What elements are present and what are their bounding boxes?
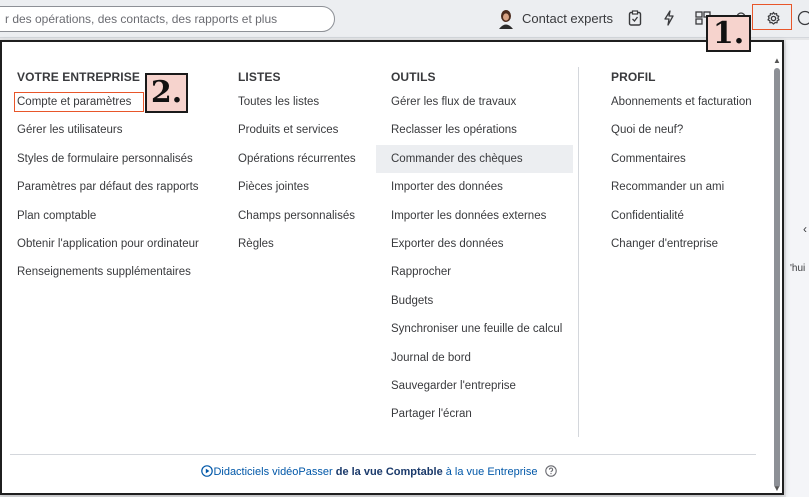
top-bar: r des opérations, des contacts, des rapp… <box>0 0 809 38</box>
menu-item-flux-travaux[interactable]: Gérer les flux de travaux <box>391 88 573 116</box>
column-heading: PROFIL <box>611 70 656 84</box>
contact-experts-link[interactable]: Contact experts <box>522 11 613 26</box>
column-profil: PROFIL Abonnements et facturation Quoi d… <box>611 70 752 258</box>
menu-item-changer-entreprise[interactable]: Changer d'entreprise <box>611 230 752 258</box>
help-icon[interactable] <box>796 9 809 27</box>
video-tutorials-link[interactable]: Didacticiels vidéo <box>213 466 298 478</box>
menu-item-parametres-rapports[interactable]: Paramètres par défaut des rapports <box>17 173 199 201</box>
menu-item-quoi-de-neuf[interactable]: Quoi de neuf? <box>611 116 752 144</box>
menu-item-confidentialite[interactable]: Confidentialité <box>611 202 752 230</box>
play-circle-icon <box>201 465 214 477</box>
column-outils: OUTILS Gérer les flux de travaux Reclass… <box>376 70 573 429</box>
menu-item-gerer-utilisateurs[interactable]: Gérer les utilisateurs <box>17 116 199 144</box>
switch-view-link[interactable]: Passer de la vue Comptable à la vue Entr… <box>298 466 537 478</box>
menu-item-reclasser-operations[interactable]: Reclasser les opérations <box>391 116 573 144</box>
menu-item-champs-personnalises[interactable]: Champs personnalisés <box>238 202 356 230</box>
menu-item-toutes-listes[interactable]: Toutes les listes <box>238 88 356 116</box>
gear-highlight-box <box>752 4 792 30</box>
clipboard-icon[interactable] <box>626 9 644 27</box>
column-divider <box>578 67 579 437</box>
settings-menu-panel: VOTRE ENTREPRISE Compte et paramètres Gé… <box>0 40 784 495</box>
column-heading: OUTILS <box>391 70 436 84</box>
panel-footer: Didacticiels vidéoPasser de la vue Compt… <box>2 465 756 478</box>
menu-item-produits-services[interactable]: Produits et services <box>238 116 356 144</box>
menu-item-regles[interactable]: Règles <box>238 230 356 258</box>
menu-item-synchroniser-feuille[interactable]: Synchroniser une feuille de calcul <box>391 315 573 343</box>
footer-divider <box>10 454 756 455</box>
chevron-icon: ‹ <box>803 222 807 236</box>
menu-item-rapprocher[interactable]: Rapprocher <box>391 258 573 286</box>
menu-item-operations-recurrentes[interactable]: Opérations récurrentes <box>238 145 356 173</box>
menu-item-commentaires[interactable]: Commentaires <box>611 145 752 173</box>
column-heading: LISTES <box>238 70 281 84</box>
menu-item-importer-donnees[interactable]: Importer des données <box>391 173 573 201</box>
annotation-marker-1: 1. <box>706 15 751 52</box>
menu-item-styles-formulaire[interactable]: Styles de formulaire personnalisés <box>17 145 199 173</box>
menu-item-importer-externes[interactable]: Importer les données externes <box>391 202 573 230</box>
bolt-icon[interactable] <box>660 9 678 27</box>
menu-item-pieces-jointes[interactable]: Pièces jointes <box>238 173 356 201</box>
scroll-down-arrow[interactable]: ▼ <box>773 484 781 493</box>
menu-item-commander-cheques[interactable]: Commander des chèques <box>376 144 573 174</box>
menu-item-budgets[interactable]: Budgets <box>391 287 573 315</box>
menu-item-recommander-ami[interactable]: Recommander un ami <box>611 173 752 201</box>
menu-item-partager-ecran[interactable]: Partager l'écran <box>391 400 573 428</box>
menu-item-plan-comptable[interactable]: Plan comptable <box>17 202 199 230</box>
menu-item-application-ordinateur[interactable]: Obtenir l'application pour ordinateur <box>17 230 199 258</box>
menu-item-sauvegarder-entreprise[interactable]: Sauvegarder l'entreprise <box>391 372 573 400</box>
scrollbar-thumb[interactable] <box>774 68 780 488</box>
column-listes: LISTES Toutes les listes Produits et ser… <box>238 70 356 258</box>
background-text: 'hui <box>790 263 806 274</box>
menu-item-abonnements[interactable]: Abonnements et facturation <box>611 88 752 116</box>
annotation-marker-2: 2. <box>145 73 188 113</box>
menu-item-renseignements[interactable]: Renseignements supplémentaires <box>17 258 199 286</box>
avatar[interactable] <box>497 9 515 29</box>
question-circle-icon[interactable] <box>544 465 557 477</box>
menu-item-journal-bord[interactable]: Journal de bord <box>391 344 573 372</box>
menu-item-exporter-donnees[interactable]: Exporter des données <box>391 230 573 258</box>
search-input[interactable]: r des opérations, des contacts, des rapp… <box>0 6 335 32</box>
scroll-up-arrow[interactable]: ▲ <box>773 56 781 65</box>
